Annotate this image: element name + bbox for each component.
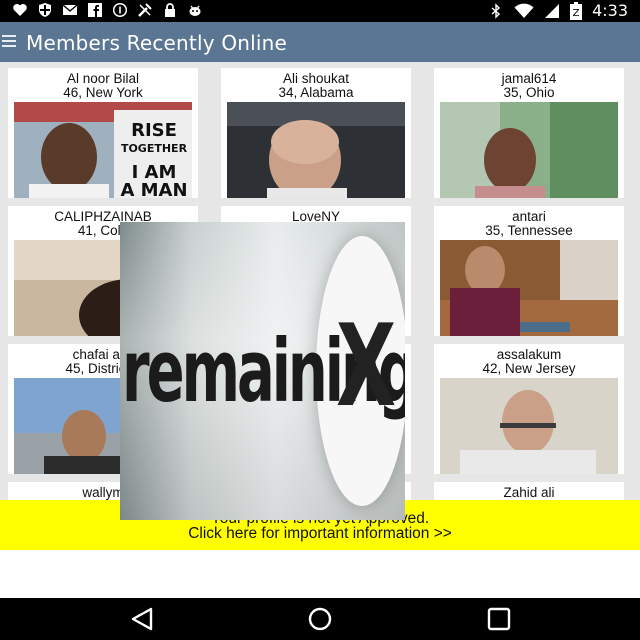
- member-card[interactable]: antari 35, Tennessee: [434, 206, 624, 336]
- status-bar: Z 4:33: [0, 0, 640, 22]
- tools-icon: [138, 3, 152, 17]
- hamburger-menu-icon[interactable]: [2, 35, 16, 49]
- page-title: Members Recently Online: [26, 31, 288, 55]
- circle-info-icon: [112, 2, 128, 18]
- ad-close-icon[interactable]: X: [336, 302, 396, 433]
- member-photo[interactable]: [227, 102, 405, 198]
- member-name: Ali shoukat: [282, 71, 350, 86]
- svg-text:TOGETHER: TOGETHER: [121, 142, 188, 155]
- home-circle-icon[interactable]: [305, 606, 335, 632]
- member-card[interactable]: Ali shoukat 34, Alabama: [221, 68, 411, 198]
- clock: 4:33: [592, 1, 628, 20]
- system-icons: Z 4:33: [488, 1, 628, 21]
- ad-overlay[interactable]: remaining X: [120, 222, 405, 520]
- member-card[interactable]: jamal614 35, Ohio: [434, 68, 624, 198]
- navigation-bar: [0, 598, 640, 640]
- heart-icon: [13, 4, 27, 16]
- member-card[interactable]: Al noor Bilal 46, New York RISE TOGETHER…: [8, 68, 198, 198]
- lock-icon: [165, 3, 175, 17]
- bottom-spacer: [0, 550, 640, 598]
- member-name: Zahid ali: [503, 485, 555, 500]
- banner-link[interactable]: Click here for important information >>: [0, 525, 640, 543]
- member-name: assalakum: [496, 347, 562, 362]
- member-photo[interactable]: RISE TOGETHER I AM A MAN: [14, 102, 192, 198]
- member-name: antari: [512, 209, 546, 224]
- svg-text:A MAN: A MAN: [120, 180, 187, 198]
- back-triangle-icon[interactable]: [127, 606, 157, 632]
- bug-icon: [189, 5, 201, 16]
- member-card[interactable]: assalakum 42, New Jersey: [434, 344, 624, 474]
- notification-icons: [12, 2, 203, 18]
- recents-square-icon[interactable]: [484, 606, 514, 632]
- facebook-icon: [88, 3, 102, 17]
- cell-signal-icon: [545, 4, 560, 18]
- bluetooth-icon: [491, 3, 501, 19]
- member-photo[interactable]: [440, 102, 618, 198]
- member-name: jamal614: [501, 71, 557, 86]
- battery-icon: Z: [570, 2, 583, 20]
- mail-icon: [62, 4, 78, 15]
- wifi-icon: [514, 3, 534, 19]
- member-photo[interactable]: [440, 378, 618, 474]
- member-location: 42, New Jersey: [482, 361, 576, 376]
- member-photo[interactable]: [440, 240, 618, 336]
- member-location: 35, Tennessee: [485, 223, 573, 238]
- member-location: 35, Ohio: [503, 85, 555, 100]
- svg-text:RISE: RISE: [131, 120, 177, 141]
- member-location: 34, Alabama: [278, 85, 354, 100]
- svg-text:Z: Z: [573, 8, 580, 19]
- app-bar: Members Recently Online: [0, 22, 640, 62]
- member-location: 46, New York: [63, 85, 143, 100]
- shield-icon: [39, 3, 51, 17]
- member-name: Al noor Bilal: [66, 71, 140, 86]
